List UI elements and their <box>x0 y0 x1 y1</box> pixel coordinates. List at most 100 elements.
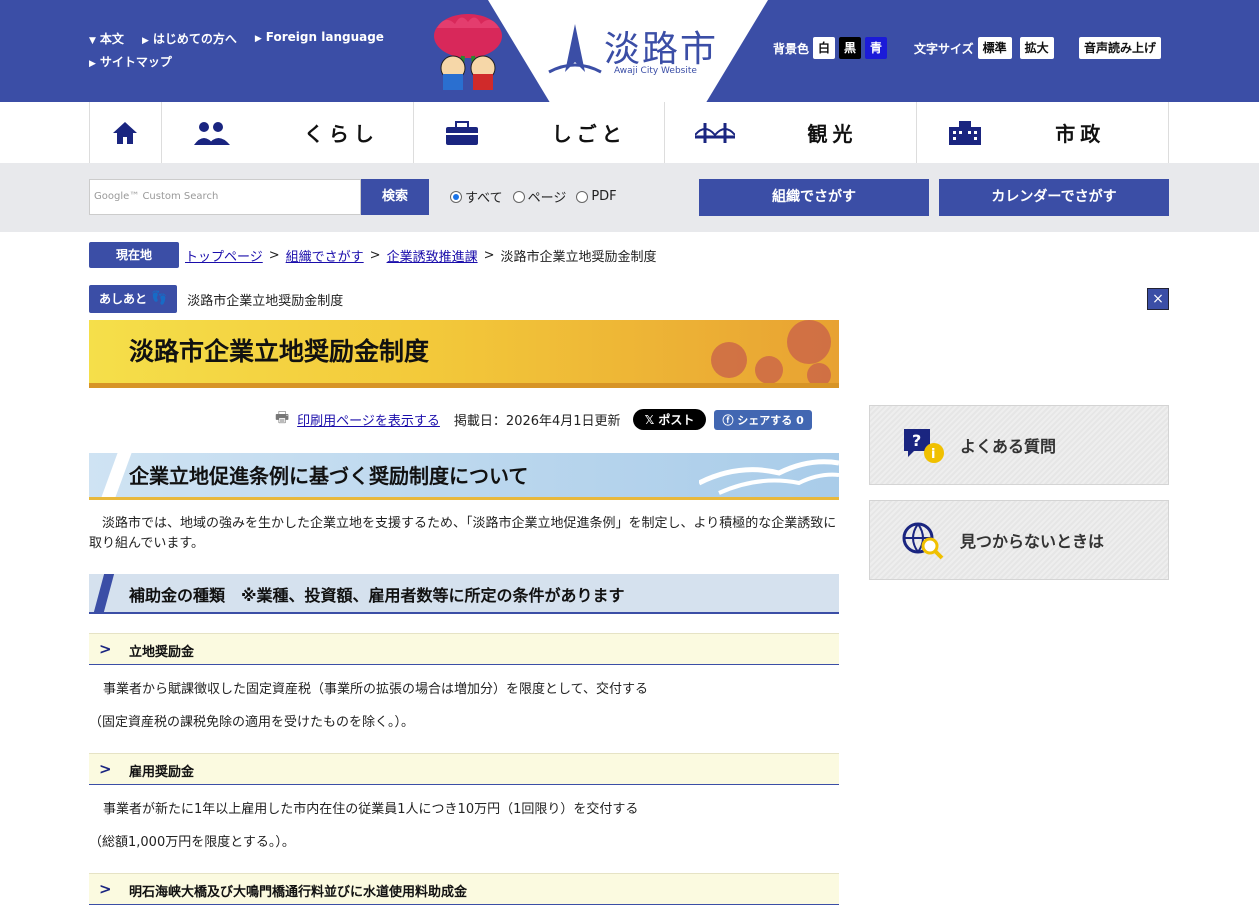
breadcrumb-top[interactable]: トップページ <box>185 246 263 265</box>
faq-label: よくある質問 <box>960 437 1057 456</box>
breadcrumb-sep: > <box>483 247 495 263</box>
search-scope-radios: すべて ページ PDF <box>450 187 617 206</box>
subheading-title: 雇用奨励金 <box>129 765 195 780</box>
bg-black-button[interactable]: 黒 <box>839 37 862 59</box>
read-aloud-tool: 音声読み上げ <box>1079 37 1162 59</box>
breadcrumb-current: 淡路市企業立地奨励金制度 <box>500 249 657 265</box>
ashiato-label-tag: あしあと 👣 <box>89 285 178 313</box>
bg-color-label: 背景色 <box>773 41 810 56</box>
radio-pdf-circle[interactable] <box>576 190 589 203</box>
global-nav: くらし しごと 観光 市政 <box>89 102 1169 163</box>
h3-title: 補助金の種類 ※業種、投資額、雇用者数等に所定の条件があります <box>129 586 625 605</box>
chevron-right-icon: > <box>99 640 112 658</box>
chevron-right-icon: > <box>99 760 112 778</box>
bridge-icon <box>695 122 736 143</box>
nav-kurashi-label: くらし <box>303 122 379 146</box>
page-title: 淡路市企業立地奨励金制度 <box>129 337 430 366</box>
font-large-button[interactable]: 拡大 <box>1019 37 1054 59</box>
nav-shigoto[interactable]: しごと <box>414 102 666 163</box>
font-standard-button[interactable]: 標準 <box>977 37 1012 59</box>
subheading-tsuko: > 明石海峡大橋及び大鳴門橋通行料並びに水道使用料助成金 <box>89 873 839 905</box>
x-post-label: ポスト <box>658 413 695 427</box>
nav-shigoto-label: しごと <box>551 122 627 146</box>
bg-blue-button[interactable]: 青 <box>865 37 888 59</box>
link-honbun[interactable]: ▼ 本文 <box>89 30 124 47</box>
radio-all-circle[interactable] <box>450 190 462 203</box>
radio-all[interactable]: すべて <box>450 187 503 206</box>
nav-shisei-label: 市政 <box>1055 122 1106 146</box>
heading-accent <box>100 453 132 497</box>
x-post-button[interactable]: 𝕏 ポスト <box>632 409 707 430</box>
carnation-decoration-icon <box>711 320 831 383</box>
awaji-logo-icon[interactable] <box>545 22 605 80</box>
nav-kanko-label: 観光 <box>807 122 858 146</box>
nav-shisei[interactable]: 市政 <box>917 102 1169 163</box>
x-icon: 𝕏 <box>644 413 659 427</box>
subheading-title: 明石海峡大橋及び大鳴門橋通行料並びに水道使用料助成金 <box>129 885 468 900</box>
bg-white-button[interactable]: 白 <box>813 37 836 59</box>
section-heading-h2: 企業立地促進条例に基づく奨励制度について <box>89 453 839 500</box>
breadcrumb-dept[interactable]: 企業誘致推進課 <box>387 246 478 265</box>
not-found-button[interactable]: 見つからないときは <box>869 500 1169 580</box>
breadcrumb-sep: > <box>369 247 381 263</box>
page-meta: 🖶 印刷用ページを表示する 掲載日：2026年4月1日更新 𝕏 ポスト ⓕ シェ… <box>275 407 812 432</box>
globe-search-icon <box>902 522 944 560</box>
radio-page-circle[interactable] <box>512 190 525 203</box>
ashiato-close-button[interactable]: × <box>1147 288 1169 310</box>
publish-date: 掲載日：2026年4月1日更新 <box>453 414 621 429</box>
chevron-right-icon: > <box>99 880 112 898</box>
ashiato-bar: あしあと 👣 淡路市企業立地奨励金制度 <box>89 285 343 313</box>
section-text: 事業者から賦課徴収した固定資産税（事業所の拡張の場合は増加分）を限度として、交付… <box>103 682 648 697</box>
intro-paragraph: 淡路市では、地域の強みを生かした企業立地を支援するため、「淡路市企業立地促進条例… <box>89 516 837 551</box>
ashiato-item[interactable]: 淡路市企業立地奨励金制度 <box>187 290 343 309</box>
breadcrumb-org[interactable]: 組織でさがす <box>286 246 364 265</box>
page-title-banner: 淡路市企業立地奨励金制度 <box>89 320 839 388</box>
section-heading-h3: 補助金の種類 ※業種、投資額、雇用者数等に所定の条件があります <box>89 574 839 614</box>
section-text: （総額1,000万円を限度とする。）。 <box>89 835 295 850</box>
heading-accent <box>93 574 115 612</box>
calendar-search-button[interactable]: カレンダーでさがす <box>939 179 1169 216</box>
search-button[interactable]: 検索 <box>361 179 429 215</box>
facebook-share-label: シェアする 0 <box>737 413 804 427</box>
font-size-label: 文字サイズ <box>914 41 974 56</box>
font-size-tools: 文字サイズ 標準 拡大 <box>914 37 1054 59</box>
logo-subtitle: Awaji City Website <box>614 66 697 76</box>
breadcrumb-sep: > <box>268 247 280 263</box>
link-hajimete[interactable]: ▶ はじめての方へ <box>142 30 237 47</box>
building-icon <box>949 120 982 145</box>
svg-text:?: ? <box>912 431 921 450</box>
facebook-icon: ⓕ <box>722 413 738 427</box>
header-links: ▼ 本文 ▶ はじめての方へ ▶ Foreign language ▶ サイトマップ <box>89 30 384 76</box>
faq-icon: ? i <box>904 429 944 463</box>
nav-kurashi[interactable]: くらし <box>162 102 414 163</box>
facebook-share-button[interactable]: ⓕ シェアする 0 <box>714 409 812 430</box>
briefcase-icon <box>445 120 478 145</box>
logo-title[interactable]: 淡路市 <box>604 20 718 72</box>
people-icon <box>193 121 230 145</box>
nav-kanko[interactable]: 観光 <box>665 102 918 163</box>
radio-pdf[interactable]: PDF <box>576 189 617 204</box>
print-page-link[interactable]: 印刷用ページを表示する <box>297 410 440 429</box>
radio-page-label: ページ <box>527 191 567 206</box>
bg-color-tools: 背景色 白 黒 青 <box>773 37 888 59</box>
home-icon <box>113 121 138 144</box>
radio-page[interactable]: ページ <box>512 187 567 206</box>
search-input[interactable]: Google™ Custom Search <box>89 179 361 215</box>
org-search-button[interactable]: 組織でさがす <box>699 179 929 216</box>
breadcrumb: 現在地 トップページ > 組織でさがす > 企業誘致推進課 > 淡路市企業立地奨… <box>89 242 657 268</box>
read-aloud-button[interactable]: 音声読み上げ <box>1079 37 1162 59</box>
site-header: ▼ 本文 ▶ はじめての方へ ▶ Foreign language ▶ サイトマップ 淡… <box>0 0 1259 102</box>
cloud-decoration-icon <box>699 459 839 495</box>
mascot-carnation-logo <box>434 14 502 90</box>
subheading-koyo: > 雇用奨励金 <box>89 753 839 785</box>
radio-all-label: すべて <box>465 191 503 206</box>
breadcrumb-label: 現在地 <box>89 242 179 268</box>
section-text: 事業者が新たに1年以上雇用した市内在住の従業員1人につき10万円（1回限り）を交… <box>103 802 639 817</box>
nav-home[interactable] <box>90 102 162 163</box>
faq-button[interactable]: ? i よくある質問 <box>869 405 1169 485</box>
link-sitemap[interactable]: ▶ サイトマップ <box>89 53 172 70</box>
footprint-icon: 👣 <box>151 291 168 306</box>
link-foreign[interactable]: ▶ Foreign language <box>255 30 384 47</box>
search-bar: Google™ Custom Search 検索 すべて ページ PDF 組織で… <box>0 163 1259 232</box>
radio-pdf-label: PDF <box>591 189 617 204</box>
